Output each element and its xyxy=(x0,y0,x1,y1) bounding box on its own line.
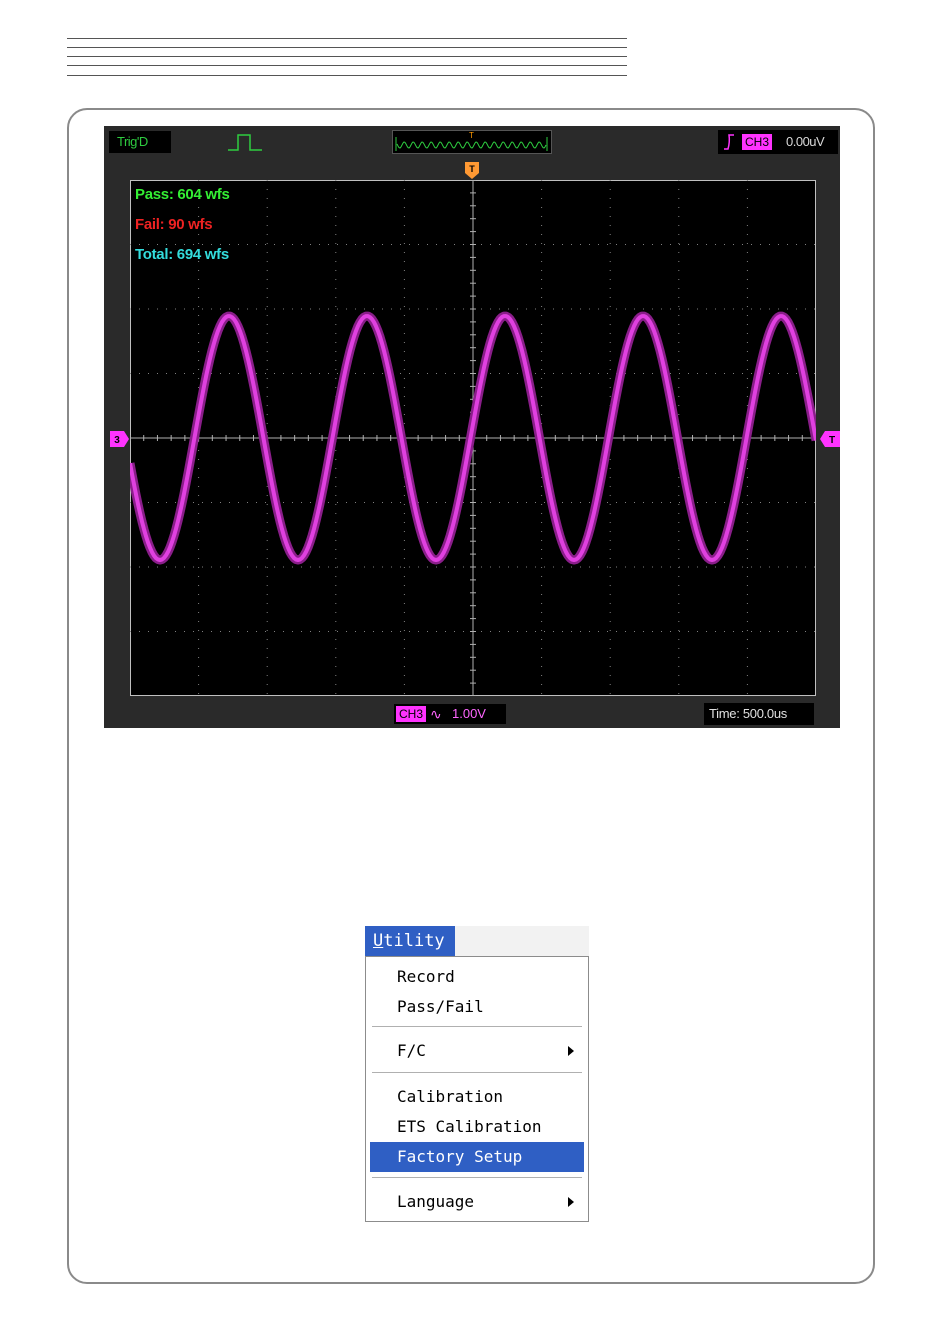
trigger-level-marker: T xyxy=(820,431,840,447)
menu-item-label: Record xyxy=(397,967,455,986)
trigger-source-badge: CH3 xyxy=(742,134,773,150)
utility-dropdown: Record Pass/Fail F/C Calibration ETS Cal… xyxy=(365,956,589,1222)
menu-item-factory-setup[interactable]: Factory Setup xyxy=(370,1142,584,1172)
trigger-status: Trig'D xyxy=(109,131,171,153)
submenu-arrow-icon xyxy=(568,1197,574,1207)
menu-item-ets-calibration[interactable]: ETS Calibration xyxy=(370,1112,584,1142)
menu-item-fc[interactable]: F/C xyxy=(370,1036,584,1066)
scope-top-bar: Trig'D T CH3 0.00uV xyxy=(104,126,840,156)
pass-count: Pass: 604 wfs xyxy=(135,186,230,203)
trigger-level-marker-label: T xyxy=(829,435,835,446)
menu-item-pass-fail[interactable]: Pass/Fail xyxy=(370,992,584,1022)
timebase: Time: 500.0us xyxy=(704,703,814,725)
trigger-level: 0.00uV xyxy=(786,134,825,149)
trigger-position-marker: T xyxy=(465,162,479,179)
menu-item-label: Factory Setup xyxy=(397,1147,523,1166)
utility-menu-title[interactable]: Utility xyxy=(365,926,455,956)
waveform-preview[interactable]: T xyxy=(392,130,552,154)
menu-separator xyxy=(372,1026,582,1028)
header-rule-5 xyxy=(67,75,627,76)
menu-item-label: Pass/Fail xyxy=(397,997,484,1016)
waveform-preview-icon: T xyxy=(395,131,548,151)
utility-menu: Utility Record Pass/Fail F/C Calibration… xyxy=(365,926,589,1222)
menu-separator xyxy=(372,1177,582,1179)
waveform-display: Pass: 604 wfs Fail: 90 wfs Total: 694 wf… xyxy=(130,180,816,696)
channel-info: CH3 ∿ 1.00V xyxy=(394,704,506,724)
svg-text:T: T xyxy=(469,131,474,140)
menu-item-record[interactable]: Record xyxy=(370,962,584,992)
header-rule-4 xyxy=(67,65,627,66)
graticule xyxy=(130,180,816,696)
volts-per-div: 1.00V xyxy=(452,706,486,721)
menubar-background xyxy=(455,926,589,956)
fail-count: Fail: 90 wfs xyxy=(135,216,213,233)
total-count: Total: 694 wfs xyxy=(135,246,229,263)
header-rule-1 xyxy=(67,38,627,39)
oscilloscope-screen: Trig'D T CH3 0.00uV T 3 T Pass: 604 wfs … xyxy=(104,126,840,728)
menu-title-rest: tility xyxy=(383,931,445,951)
menu-item-calibration[interactable]: Calibration xyxy=(370,1082,584,1112)
submenu-arrow-icon xyxy=(568,1046,574,1056)
ac-coupling-icon: ∿ xyxy=(430,706,442,722)
header-rule-2 xyxy=(67,47,627,48)
menu-item-label: Calibration xyxy=(397,1087,503,1106)
channel-marker-label: 3 xyxy=(114,435,120,446)
channel-badge: CH3 xyxy=(396,706,427,722)
trigger-marker-label: T xyxy=(469,164,475,174)
menu-item-language[interactable]: Language xyxy=(370,1187,584,1217)
trigger-info: CH3 0.00uV xyxy=(718,130,838,154)
header-rule-3 xyxy=(67,56,627,57)
channel-ground-marker: 3 xyxy=(110,431,129,447)
menu-separator xyxy=(372,1072,582,1074)
pulse-icon xyxy=(228,134,262,151)
menu-item-label: Language xyxy=(397,1192,475,1211)
menu-hotkey: U xyxy=(373,931,384,951)
menu-item-label: F/C xyxy=(397,1041,426,1060)
menu-item-label: ETS Calibration xyxy=(397,1117,542,1136)
rising-edge-icon xyxy=(724,134,734,150)
